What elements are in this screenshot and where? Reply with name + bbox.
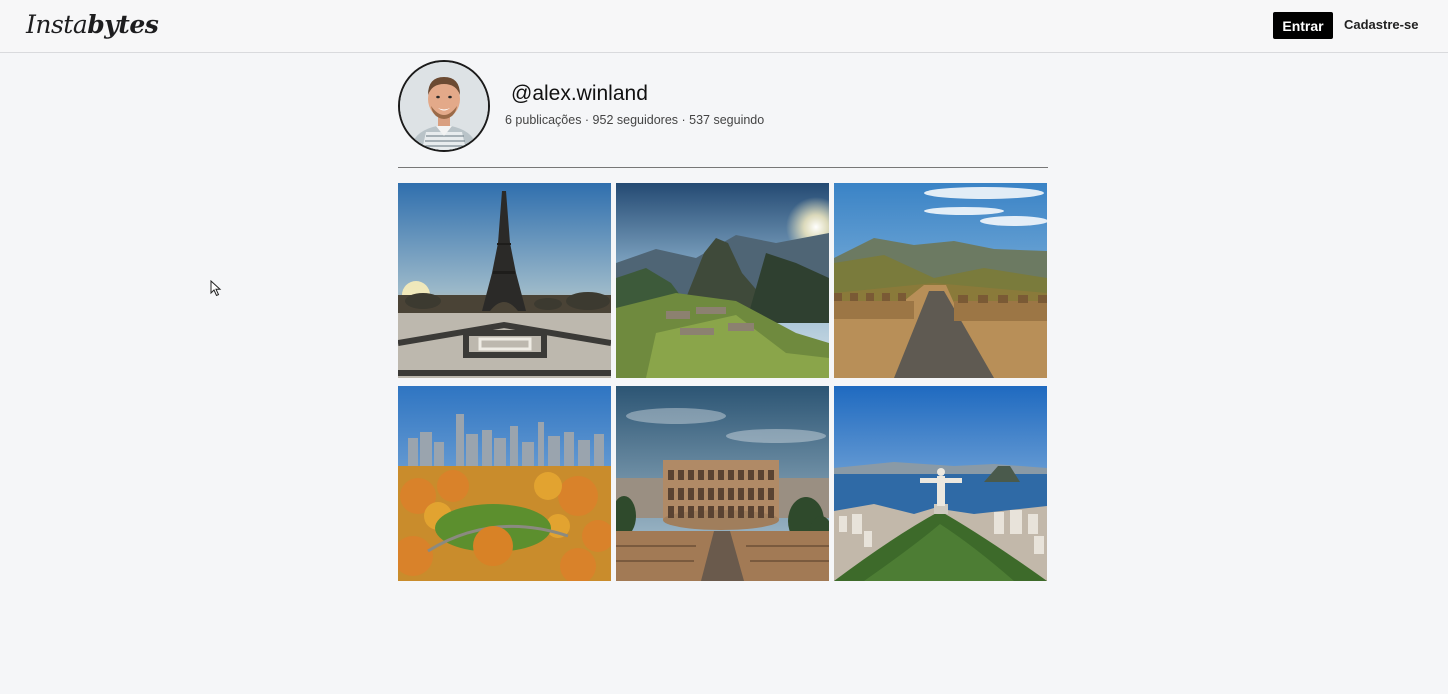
- great-wall-image: [834, 183, 1047, 378]
- colosseum-image: [616, 386, 829, 581]
- christ-the-redeemer-image: [834, 386, 1047, 581]
- profile-stats: 6 publicações · 952 seguidores · 537 seg…: [505, 113, 765, 127]
- post-thumbnail-central-park[interactable]: [398, 386, 611, 581]
- login-button[interactable]: Entrar: [1273, 12, 1333, 39]
- top-navbar: Instabytes Entrar Cadastre-se: [0, 0, 1448, 53]
- app-logo[interactable]: Instabytes: [26, 10, 159, 39]
- avatar-portrait: [400, 62, 488, 150]
- logo-text-insta: Insta: [26, 10, 88, 39]
- mouse-cursor-icon: [210, 279, 222, 302]
- signup-link[interactable]: Cadastre-se: [1344, 17, 1418, 32]
- central-park-image: [398, 386, 611, 581]
- post-thumbnail-christ-the-redeemer[interactable]: [834, 386, 1047, 581]
- post-thumbnail-machu-picchu[interactable]: [616, 183, 829, 378]
- post-thumbnail-eiffel-tower[interactable]: [398, 183, 611, 378]
- post-thumbnail-colosseum[interactable]: [616, 386, 829, 581]
- profile-avatar[interactable]: [398, 60, 490, 152]
- logo-text-bytes: bytes: [87, 10, 159, 39]
- machu-picchu-image: [616, 183, 829, 378]
- post-thumbnail-great-wall[interactable]: [834, 183, 1047, 378]
- eiffel-tower-image: [398, 183, 611, 378]
- profile-username: @alex.winland: [511, 82, 648, 105]
- profile-divider: [398, 167, 1048, 168]
